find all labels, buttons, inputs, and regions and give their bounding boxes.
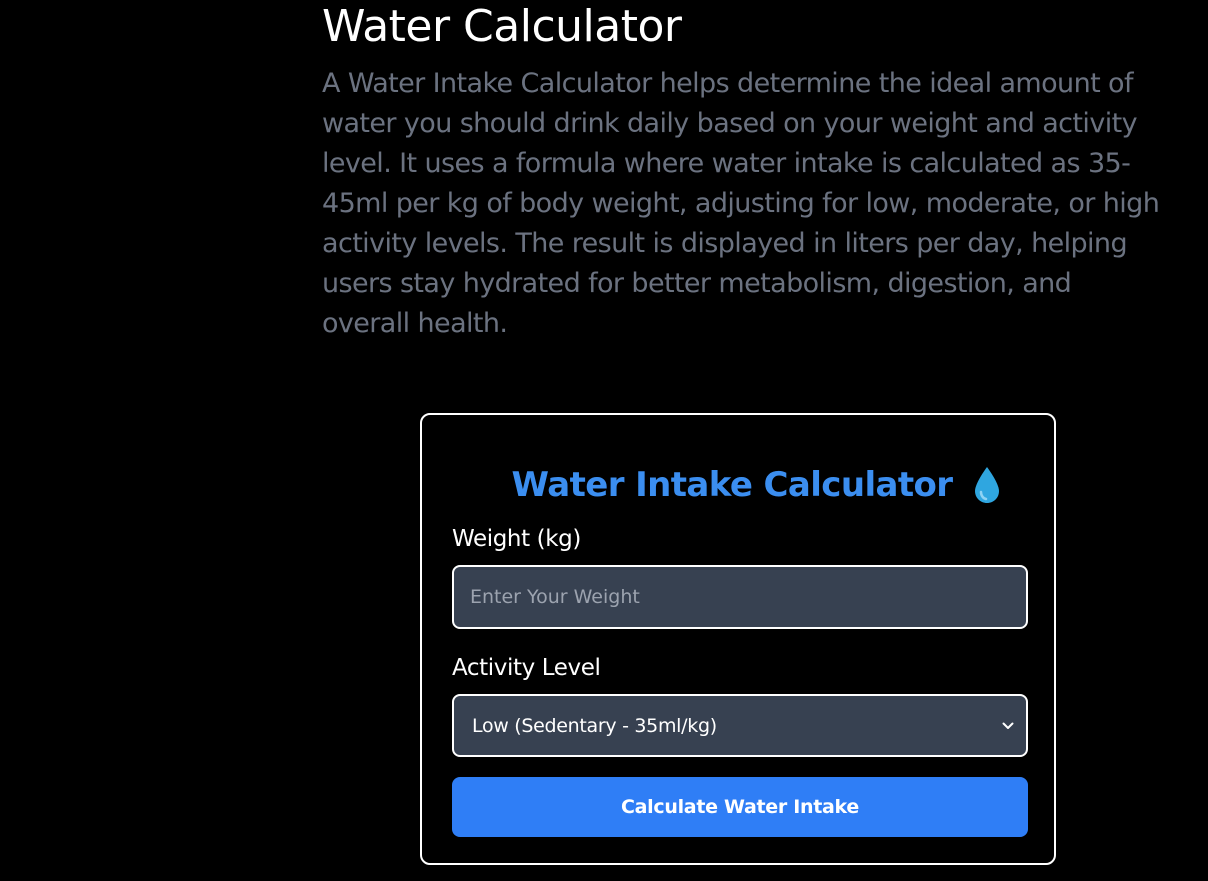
water-drop-icon (975, 467, 1000, 503)
weight-label: Weight (kg) (452, 526, 581, 552)
page: Water Calculator A Water Intake Calculat… (0, 0, 1208, 881)
page-description: A Water Intake Calculator helps determin… (322, 68, 1160, 339)
chevron-down-icon (1002, 722, 1014, 729)
calculate-button[interactable]: Calculate Water Intake (452, 777, 1028, 837)
weight-input[interactable] (452, 565, 1028, 629)
calculator-title: Water Intake Calculator (511, 465, 953, 505)
activity-level-select[interactable]: Low (Sedentary - 35ml/kg) (452, 694, 1028, 757)
activity-level-selected: Low (Sedentary - 35ml/kg) (472, 714, 717, 737)
calculator-heading: Water Intake Calculator (420, 462, 1056, 508)
page-title: Water Calculator (322, 1, 682, 52)
activity-level-label: Activity Level (452, 655, 601, 681)
